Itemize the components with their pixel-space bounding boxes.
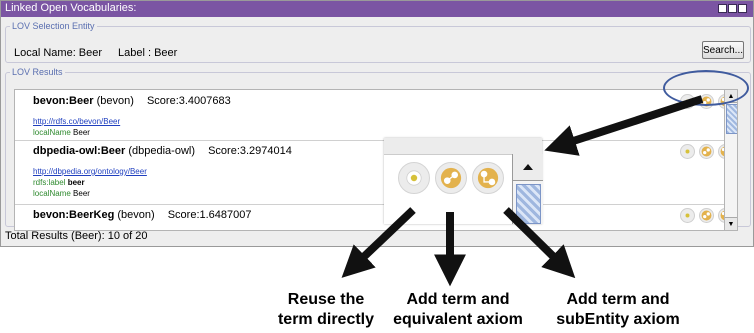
result-head: dbpedia-owl:Beer (dbpedia-owl) Score:3.2… xyxy=(33,145,292,157)
result-vocab: (bevon) xyxy=(96,95,134,107)
result-row[interactable]: bevon:Beer (bevon) Score:3.4007683 http:… xyxy=(15,90,737,141)
zoom-scrollbar xyxy=(512,154,543,224)
result-score: Score:3.4007683 xyxy=(146,95,231,107)
results-group: LOV Results bevon:Beer (bevon) Score:3.4… xyxy=(5,67,751,231)
result-prop: rdfs:label beer xyxy=(33,178,85,187)
window-title: Linked Open Vocabularies: xyxy=(5,2,137,14)
result-name: dbpedia-owl:Beer xyxy=(33,145,126,157)
prop-key: localName xyxy=(33,128,71,137)
results-scrollbar[interactable]: ▲ ▼ xyxy=(724,90,737,230)
result-prop: localName Beer xyxy=(33,128,90,137)
zoom-reuse-button xyxy=(398,162,430,194)
prop-key: localName xyxy=(33,189,71,198)
prop-value: Beer xyxy=(73,189,90,198)
result-name: bevon:Beer xyxy=(33,95,94,107)
prop-value: beer xyxy=(67,178,85,187)
caption-line: term directly xyxy=(277,311,375,328)
result-head: bevon:BeerKeg (bevon) Score:1.6487007 xyxy=(33,209,252,221)
scroll-down-icon[interactable]: ▼ xyxy=(725,217,737,230)
result-uri-link[interactable]: http://dbpedia.org/ontology/Beer xyxy=(33,167,147,176)
results-legend: LOV Results xyxy=(12,67,63,77)
add-equivalent-button[interactable] xyxy=(699,144,714,159)
result-score: Score:3.2974014 xyxy=(208,145,292,157)
add-equivalent-icon xyxy=(440,167,462,189)
selection-legend: LOV Selection Entity xyxy=(12,21,95,31)
search-button[interactable]: Search... xyxy=(702,41,744,59)
zoom-scroll-up-icon xyxy=(513,154,543,181)
result-prop: localName Beer xyxy=(33,189,90,198)
caption-line: Add term and xyxy=(566,291,670,308)
window-controls xyxy=(718,4,747,13)
caption-line: equivalent axiom xyxy=(393,311,523,328)
caption-line: Reuse the xyxy=(287,291,365,308)
caption-equivalent: Add term and equivalent axiom xyxy=(388,290,528,330)
add-equivalent-icon xyxy=(701,146,712,157)
reuse-icon xyxy=(685,213,690,218)
result-row[interactable]: dbpedia-owl:Beer (dbpedia-owl) Score:3.2… xyxy=(15,140,737,205)
caption-line: subEntity axiom xyxy=(556,311,680,328)
zoom-inset xyxy=(384,138,543,224)
result-name: bevon:BeerKeg xyxy=(33,209,115,221)
prop-value: Beer xyxy=(73,128,90,137)
reuse-button[interactable] xyxy=(680,144,695,159)
caption-subentity: Add term and subEntity axiom xyxy=(548,290,688,330)
result-uri-link[interactable]: http://rdfs.co/bevon/Beer xyxy=(33,117,120,126)
result-score: Score:1.6487007 xyxy=(167,209,252,221)
local-name-text: Local Name: Beer xyxy=(14,47,103,59)
zoom-add-subentity-button xyxy=(472,162,504,194)
zoom-header xyxy=(384,138,542,155)
zoom-scroll-thumb xyxy=(516,184,541,224)
result-row[interactable]: bevon:BeerKeg (bevon) Score:1.6487007 xyxy=(15,204,737,230)
highlight-ellipse xyxy=(663,70,749,106)
reuse-icon xyxy=(406,170,422,186)
result-vocab: (bevon) xyxy=(117,209,155,221)
add-equivalent-icon xyxy=(701,210,712,221)
results-list[interactable]: bevon:Beer (bevon) Score:3.4007683 http:… xyxy=(14,89,738,231)
total-results: Total Results (Beer): 10 of 20 xyxy=(5,230,148,242)
result-vocab: (dbpedia-owl) xyxy=(128,145,196,157)
label-text: Label : Beer xyxy=(118,47,178,59)
result-head: bevon:Beer (bevon) Score:3.4007683 xyxy=(33,95,231,107)
title-bar: Linked Open Vocabularies: xyxy=(1,1,753,17)
zoom-actions xyxy=(398,162,504,194)
maximize-icon[interactable] xyxy=(728,4,737,13)
close-icon[interactable] xyxy=(738,4,747,13)
prop-key: rdfs:label xyxy=(33,178,66,187)
reuse-icon xyxy=(685,149,690,154)
minimize-icon[interactable] xyxy=(718,4,727,13)
caption-reuse: Reuse the term directly xyxy=(275,290,377,330)
add-subentity-icon xyxy=(477,167,499,189)
zoom-add-equivalent-button xyxy=(435,162,467,194)
caption-line: Add term and xyxy=(406,291,510,308)
lov-window: Linked Open Vocabularies: LOV Selection … xyxy=(0,0,754,247)
add-equivalent-button[interactable] xyxy=(699,208,714,223)
reuse-button[interactable] xyxy=(680,208,695,223)
selection-group: LOV Selection Entity Local Name: Beer La… xyxy=(5,21,751,63)
scroll-thumb[interactable] xyxy=(726,104,737,134)
